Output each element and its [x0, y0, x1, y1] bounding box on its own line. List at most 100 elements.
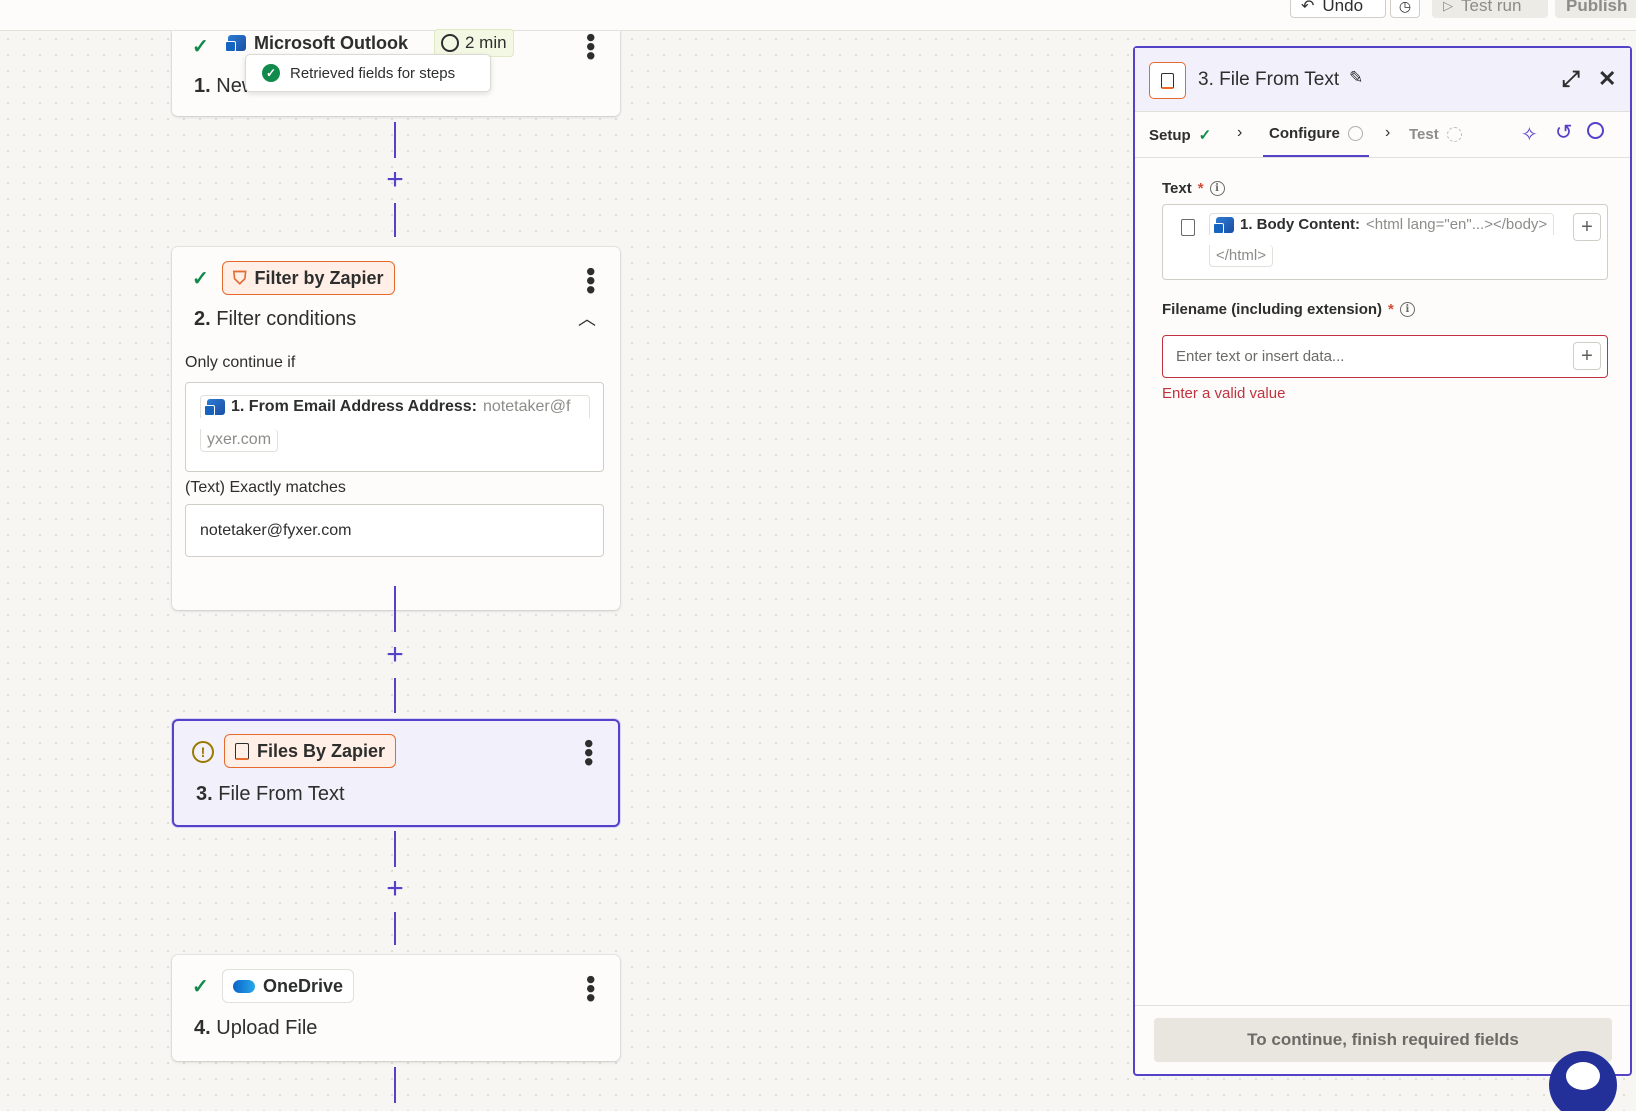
info-icon[interactable]: i [1399, 302, 1415, 317]
tab-configure[interactable]: Configure [1263, 112, 1369, 157]
panel-tabs: Setup ✓ › Configure › Test ✧ ↺ [1135, 112, 1630, 158]
tab-label: Test [1409, 126, 1439, 143]
app-name: OneDrive [263, 975, 344, 996]
pending-circle-icon [1347, 126, 1363, 141]
filename-input[interactable]: Enter text or insert data... + [1162, 335, 1608, 378]
condition-field-box[interactable]: 1. From Email Address Address: notetaker… [185, 382, 604, 472]
tab-setup[interactable]: Setup ✓ [1149, 126, 1212, 145]
check-icon: ✓ [192, 268, 209, 290]
chat-support-button[interactable] [1549, 1051, 1617, 1111]
connector-line [394, 831, 396, 867]
app-name: Filter by Zapier [254, 267, 384, 288]
chevron-right-icon: › [1385, 124, 1391, 141]
more-menu-icon[interactable]: ••• [576, 975, 606, 1002]
insert-data-button[interactable]: + [1573, 342, 1601, 370]
step-editor-panel: 3. File From Text ✎ ⤢ ✕ Setup ✓ › Config… [1133, 46, 1632, 1076]
text-field-input[interactable]: 1. Body Content: <html lang="en"...></bo… [1162, 204, 1608, 280]
pill-label: 1. From Email Address Address: [231, 398, 477, 415]
outlook-icon [204, 399, 225, 416]
warning-icon: ! [192, 741, 214, 763]
check-icon: ✓ [192, 36, 209, 58]
success-check-icon: ✓ [262, 64, 280, 82]
app-chip-files: Files By Zapier [224, 734, 397, 768]
step-card-4[interactable]: ✓ OneDrive ••• 4. Upload File [172, 955, 620, 1061]
outlook-icon [225, 35, 246, 52]
clock-icon [441, 34, 459, 52]
expand-icon[interactable]: ⤢ [1562, 66, 1580, 92]
step-card-2[interactable]: ✓ ⛉ Filter by Zapier ••• 2. Filter condi… [172, 247, 620, 610]
step-card-1[interactable]: ✓ Microsoft Outlook 2 min ••• 1. New Ema… [172, 29, 620, 116]
step-number: 4. [194, 1017, 211, 1039]
match-value-field[interactable]: notetaker@fyxer.com [185, 504, 604, 557]
file-icon [235, 742, 249, 760]
step-card-3[interactable]: ! Files By Zapier ••• 3. File From Text [172, 719, 620, 827]
app-chip-onedrive: OneDrive [222, 969, 355, 1003]
insert-data-button[interactable]: + [1573, 213, 1601, 241]
test-run-label: Test run [1461, 0, 1522, 15]
plus-icon: + [1581, 344, 1593, 367]
info-icon[interactable]: i [1209, 181, 1225, 196]
add-step-icon[interactable]: + [384, 874, 406, 904]
history-button[interactable]: ◷ [1390, 0, 1420, 18]
toast-notification: ✓ Retrieved fields for steps [245, 54, 491, 92]
filter-icon: ⛉ [233, 267, 247, 288]
required-mark: * [1388, 301, 1394, 318]
pill-label: 1. Body Content: [1240, 216, 1360, 233]
more-menu-icon[interactable]: ••• [576, 33, 606, 60]
add-step-icon[interactable]: + [384, 165, 406, 195]
connector-line [394, 912, 396, 945]
duration-label: 2 min [465, 33, 507, 52]
outlook-icon [1213, 216, 1234, 234]
undo-icon: ↶ [1301, 0, 1315, 15]
field-pill: 1. From Email Address Address: notetaker… [200, 395, 590, 418]
filename-placeholder: Enter text or insert data... [1176, 348, 1345, 365]
test-pending-icon [1446, 127, 1462, 142]
panel-title: 3. File From Text [1198, 69, 1340, 90]
chat-bubble-icon [1566, 1062, 1600, 1090]
step-title: 4. Upload File [194, 1017, 317, 1040]
app-chip-filter: ⛉ Filter by Zapier [222, 261, 395, 295]
test-run-button[interactable]: ▷ Test run [1432, 0, 1548, 18]
ai-sparkle-icon[interactable]: ✧ [1521, 122, 1538, 147]
refresh-icon[interactable]: ↺ [1555, 120, 1573, 145]
filename-error: Enter a valid value [1162, 385, 1286, 402]
edit-pencil-icon[interactable]: ✎ [1349, 68, 1363, 88]
more-menu-icon[interactable]: ••• [574, 739, 604, 766]
field-label: Text [1162, 180, 1192, 197]
connector-line [394, 122, 396, 158]
chevron-up-icon[interactable]: ︿ [578, 305, 596, 331]
tab-label: Setup [1149, 126, 1191, 144]
search-icon[interactable] [1587, 122, 1604, 139]
close-icon[interactable]: ✕ [1598, 66, 1616, 92]
step-title: 2. Filter conditions [194, 308, 356, 331]
publish-button[interactable]: Publish [1555, 0, 1636, 18]
continue-button[interactable]: To continue, finish required fields [1154, 1018, 1612, 1062]
undo-label: Undo [1322, 0, 1364, 15]
app-name: Microsoft Outlook [254, 32, 408, 53]
duration-badge: 2 min [434, 29, 514, 57]
step-number: 1. [194, 75, 211, 97]
required-mark: * [1197, 180, 1204, 197]
plus-icon: + [1581, 215, 1593, 238]
tab-test[interactable]: Test [1409, 126, 1462, 143]
chevron-right-icon: › [1237, 124, 1243, 141]
more-menu-icon[interactable]: ••• [576, 267, 606, 294]
check-icon: ✓ [1198, 127, 1212, 144]
step-title: 3. File From Text [196, 783, 345, 806]
connector-line [394, 203, 396, 237]
step-name: Upload File [216, 1017, 318, 1039]
body-content-pill: 1. Body Content: <html lang="en"...></bo… [1209, 213, 1555, 235]
history-icon: ◷ [1398, 0, 1412, 14]
play-icon: ▷ [1443, 0, 1453, 13]
connector-line [394, 586, 396, 632]
step-name: Filter conditions [216, 308, 357, 330]
app-name: Files By Zapier [257, 740, 386, 761]
text-field-label: Text * i [1162, 180, 1225, 197]
pill-value-cont: </html> [1209, 245, 1274, 267]
add-step-icon[interactable]: + [384, 640, 406, 670]
panel-header: 3. File From Text ✎ ⤢ ✕ [1135, 48, 1630, 112]
undo-button[interactable]: ↶ Undo [1290, 0, 1386, 18]
pill-value: <html lang="en"...></body> [1366, 216, 1548, 233]
publish-label: Publish [1566, 0, 1628, 15]
tab-label: Configure [1269, 125, 1340, 142]
